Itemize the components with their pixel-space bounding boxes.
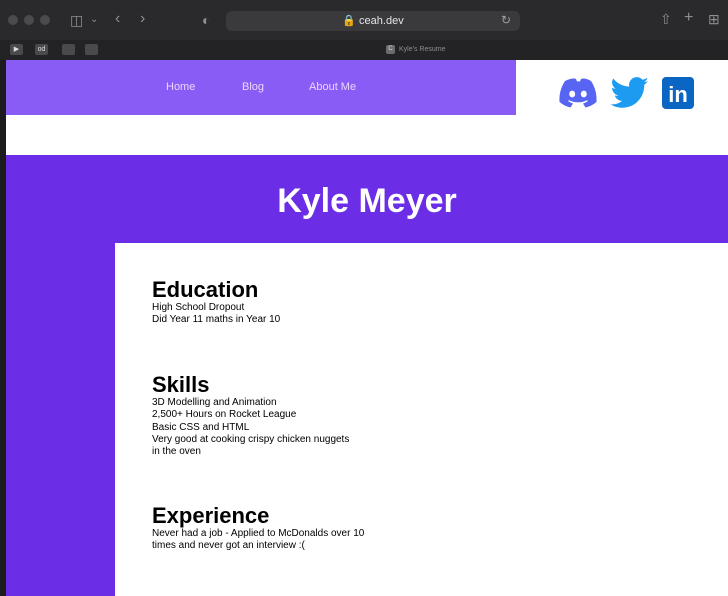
url-value: ceah.dev (359, 15, 404, 27)
share-icon[interactable]: ⇧ (660, 12, 672, 26)
education-section: Education High School Dropout Did Year 1… (152, 278, 280, 327)
address-bar[interactable]: 🔒 ceah.dev ↻ (226, 11, 520, 31)
new-tab-icon[interactable]: + (684, 10, 693, 26)
resume-content: Education High School Dropout Did Year 1… (115, 243, 728, 596)
discord-icon[interactable] (557, 77, 599, 109)
experience-section: Experience Never had a job - Applied to … (152, 504, 364, 553)
section-title: Education (152, 277, 259, 302)
pinned-tab-2[interactable]: od (35, 44, 48, 55)
page-title: Kyle Meyer (277, 182, 457, 220)
shield-icon[interactable]: ◐ (202, 13, 210, 27)
linkedin-icon[interactable]: in (662, 77, 694, 109)
section-title: Experience (152, 503, 270, 528)
pinned-tab-4[interactable] (85, 44, 98, 55)
nav-link-home[interactable]: Home (166, 81, 195, 94)
sidebar-toggle-icon[interactable]: ◫ (70, 13, 83, 27)
tab-bar: ▶ od C Kyle's Resume (0, 40, 728, 60)
zoom-window-button[interactable] (40, 15, 50, 25)
linkedin-logo-text: in (668, 82, 688, 107)
browser-toolbar: ◫ ⌄ ‹ › ◐ 🔒 ceah.dev ↻ ⇧ + ⊞ (0, 0, 728, 41)
tab-title: Kyle's Resume (399, 46, 446, 53)
back-icon[interactable]: ‹ (115, 11, 120, 27)
close-window-button[interactable] (8, 15, 18, 25)
list-item: 3D Modelling and Animation (152, 397, 277, 408)
nav-link-blog[interactable]: Blog (242, 81, 264, 94)
twitter-icon[interactable] (610, 77, 650, 109)
minimize-window-button[interactable] (24, 15, 34, 25)
list-item: 2,500+ Hours on Rocket League (152, 409, 297, 421)
list-item: Very good at cooking crispy chicken nugg… (152, 433, 350, 445)
list-item: Basic CSS and HTML (152, 421, 250, 433)
lock-icon: 🔒 (342, 15, 356, 27)
pinned-tab-3[interactable] (62, 44, 75, 55)
list-item: Did Year 11 maths in Year 10 (152, 314, 281, 326)
list-item: in the oven (152, 446, 201, 458)
forward-icon[interactable]: › (140, 11, 145, 27)
nav-bar: Home Blog About Me (6, 60, 516, 115)
pinned-tab-1[interactable]: ▶ (10, 44, 23, 55)
list-item: High School Dropout (152, 302, 245, 313)
section-title: Skills (152, 372, 210, 397)
skills-section: Skills 3D Modelling and Animation 2,500+… (152, 373, 349, 458)
tab-overview-icon[interactable]: ⊞ (708, 12, 720, 26)
tab-favicon-icon: C (386, 44, 395, 54)
nav-link-about-me[interactable]: About Me (309, 81, 356, 94)
reload-icon[interactable]: ↻ (501, 13, 511, 28)
active-tab[interactable]: C Kyle's Resume (386, 44, 445, 56)
list-item: times and never got an interview :( (152, 540, 305, 552)
url-text: 🔒 ceah.dev (226, 14, 520, 28)
chevron-down-icon[interactable]: ⌄ (90, 13, 98, 27)
web-page: Home Blog About Me in Kyle Meyer Educati… (6, 60, 728, 596)
list-item: Never had a job - Applied to McDonalds o… (152, 528, 365, 539)
